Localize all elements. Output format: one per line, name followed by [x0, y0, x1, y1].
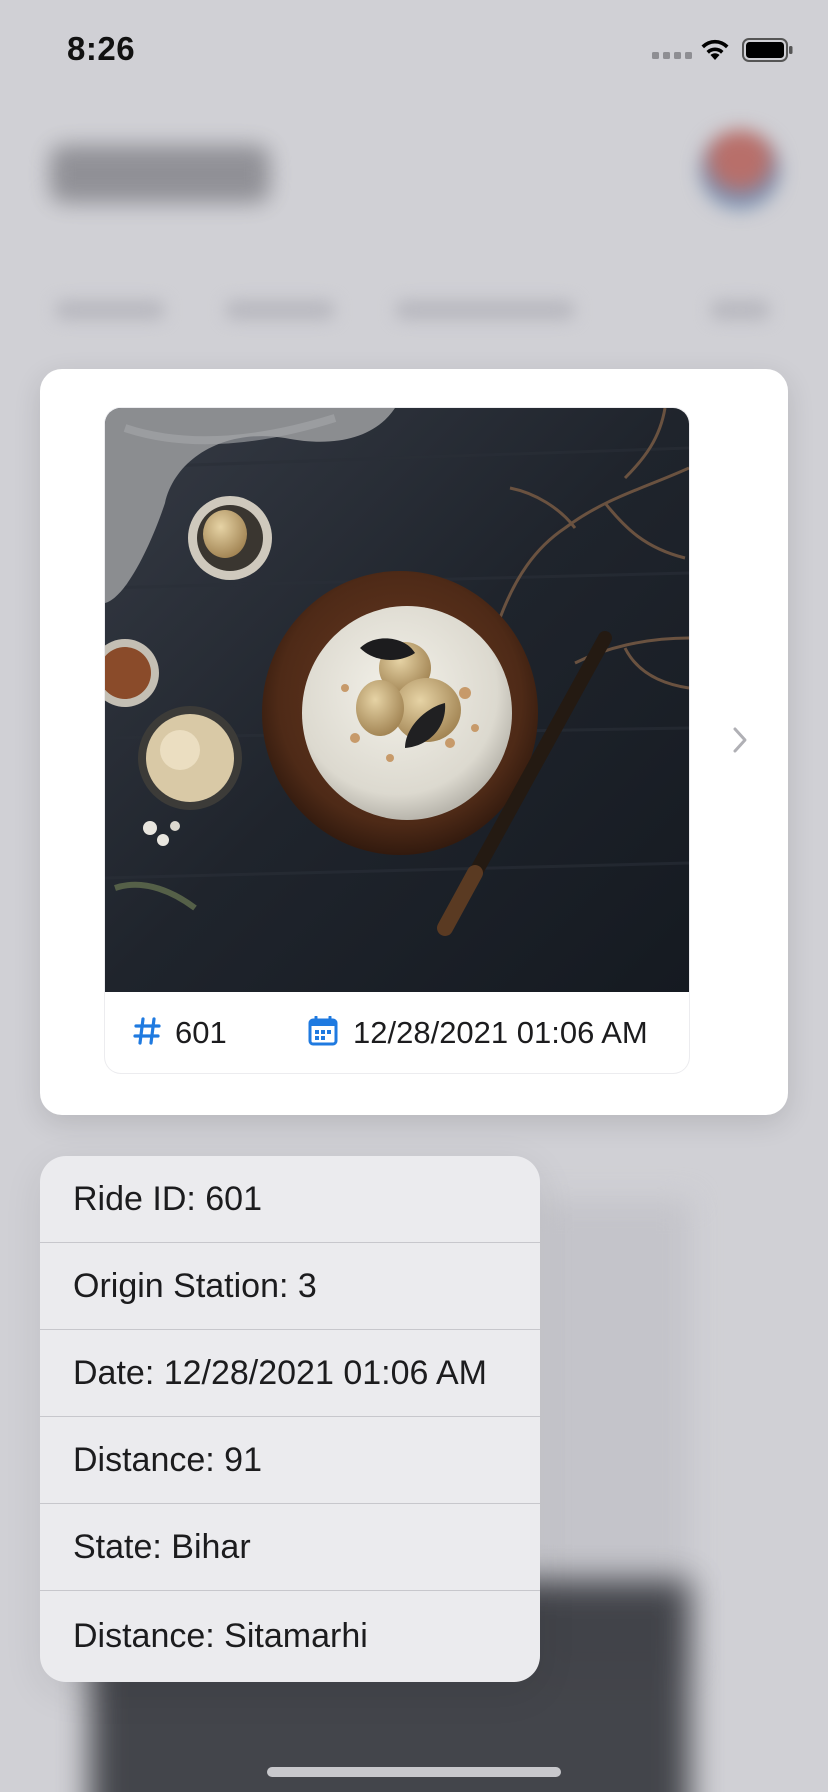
blurred-avatar	[700, 130, 780, 210]
menu-item-state[interactable]: State: Bihar	[40, 1504, 540, 1591]
blurred-tab	[710, 300, 770, 320]
wifi-icon	[701, 39, 729, 60]
status-bar: 8:26	[0, 0, 828, 100]
calendar-icon	[308, 1016, 338, 1046]
battery-icon	[742, 38, 793, 62]
status-time: 8:26	[67, 30, 136, 67]
home-indicator[interactable]	[267, 1767, 561, 1777]
blurred-page-title	[50, 145, 270, 203]
ride-photo	[105, 408, 689, 992]
menu-item-date[interactable]: Date: 12/28/2021 01:06 AM	[40, 1330, 540, 1417]
ride-id-value: 601	[175, 1015, 227, 1050]
menu-item-distance[interactable]: Distance: 91	[40, 1417, 540, 1504]
menu-item-origin-station[interactable]: Origin Station: 3	[40, 1243, 540, 1330]
menu-item-ride-id[interactable]: Ride ID: 601	[40, 1156, 540, 1243]
blurred-tab	[225, 300, 335, 320]
preview-card[interactable]: 601 12/28/2021 01:06 AM	[40, 369, 788, 1115]
context-menu: Ride ID: 601 Origin Station: 3 Date: 12/…	[40, 1156, 540, 1682]
hash-icon	[133, 1017, 161, 1045]
blurred-tab	[55, 300, 165, 320]
menu-item-district[interactable]: Distance: Sitamarhi	[40, 1591, 540, 1682]
ride-meta-row: 601 12/28/2021 01:06 AM	[105, 992, 689, 1073]
cellular-signal-icon	[652, 52, 692, 59]
ride-date-value: 12/28/2021 01:06 AM	[353, 1015, 648, 1050]
chevron-right-icon[interactable]	[732, 726, 748, 754]
blurred-tab	[395, 300, 575, 320]
ride-card[interactable]: 601 12/28/2021 01:06 AM	[105, 408, 689, 1073]
